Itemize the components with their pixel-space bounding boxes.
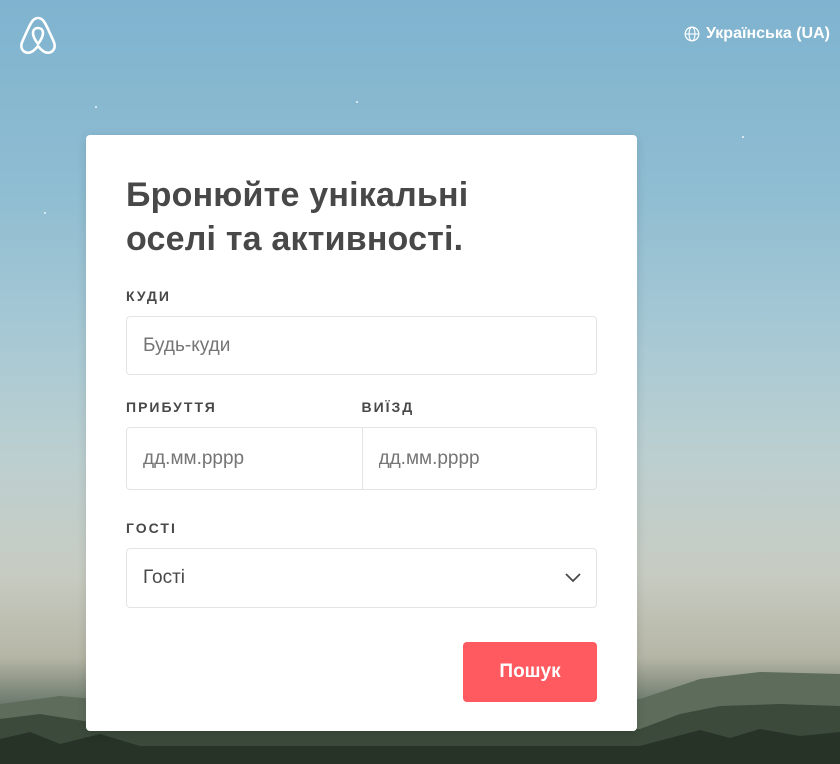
check-out-label: ВИЇЗД xyxy=(361,399,415,415)
search-card: Бронюйте унікальні оселі та активності. … xyxy=(86,135,637,731)
language-label: Українська (UA) xyxy=(705,25,830,42)
check-in-input[interactable] xyxy=(127,428,362,489)
date-range-picker xyxy=(126,427,597,490)
guests-value: Гості xyxy=(143,567,186,588)
headline-line-2: оселі та активності. xyxy=(126,220,464,258)
guests-select[interactable]: Гості xyxy=(126,548,597,608)
guests-label: ГОСТІ xyxy=(126,520,177,536)
check-out-input[interactable] xyxy=(361,428,596,489)
airbnb-belo-icon xyxy=(20,16,56,55)
airbnb-logo[interactable] xyxy=(18,14,58,56)
search-button[interactable]: Пошук xyxy=(463,642,597,702)
language-selector[interactable]: Українська (UA) xyxy=(684,25,830,43)
page-title: Бронюйте унікальні оселі та активності. xyxy=(126,173,597,261)
dates-labels: ПРИБУТТЯ ВИЇЗД xyxy=(126,399,597,415)
globe-icon xyxy=(684,26,700,42)
destination-input[interactable] xyxy=(126,316,597,375)
check-in-label: ПРИБУТТЯ xyxy=(126,399,217,415)
headline-line-1: Бронюйте унікальні xyxy=(126,176,469,214)
chevron-down-icon xyxy=(565,573,581,583)
where-label: КУДИ xyxy=(126,288,171,304)
